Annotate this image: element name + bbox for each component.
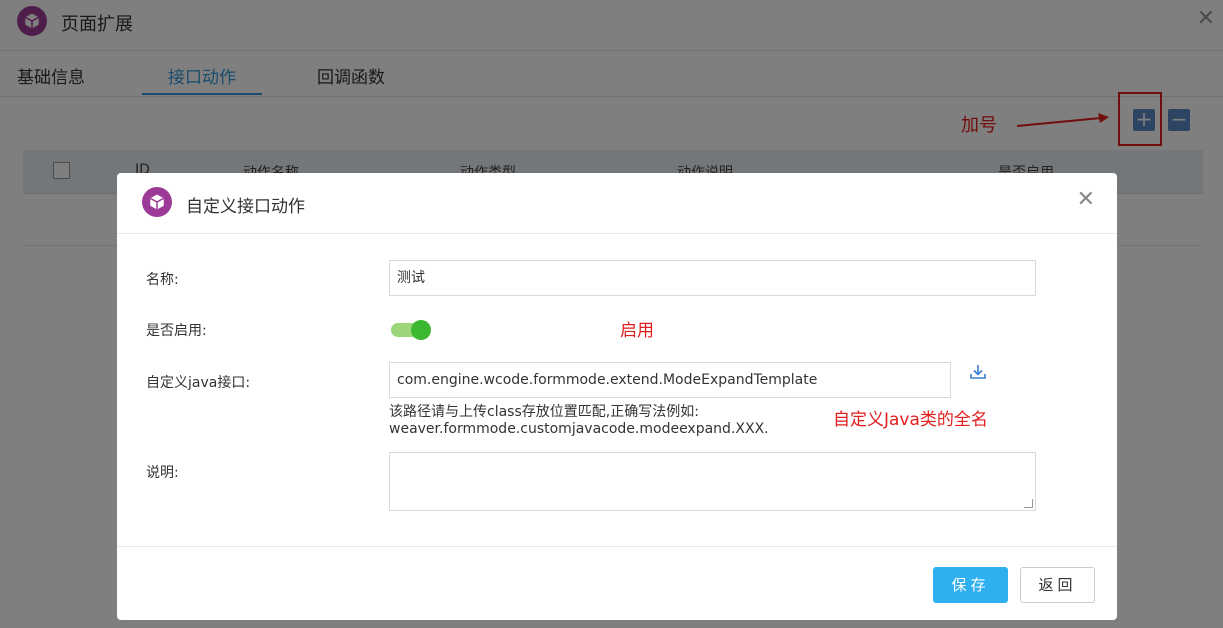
save-button[interactable]: 保存 [933, 567, 1008, 603]
close-icon[interactable]: ✕ [1077, 187, 1095, 212]
resize-handle[interactable] [1024, 499, 1033, 508]
description-label: 说明: [146, 465, 179, 481]
name-label: 名称: [146, 272, 179, 288]
custom-action-dialog: 自定义接口动作 ✕ 名称: 测试 是否启用: 启用 自定义java接口: com… [117, 173, 1117, 620]
dialog-header: 自定义接口动作 ✕ [117, 173, 1117, 234]
java-class-annotation: 自定义Java类的全名 [833, 410, 988, 430]
dialog-title: 自定义接口动作 [186, 197, 305, 217]
java-interface-input[interactable]: com.engine.wcode.formmode.extend.ModeExp… [389, 362, 951, 398]
name-input[interactable]: 测试 [389, 260, 1036, 296]
download-icon[interactable] [969, 363, 987, 381]
java-hint-line2: weaver.formmode.customjavacode.modeexpan… [389, 421, 769, 437]
enabled-label: 是否启用: [146, 323, 207, 339]
enabled-annotation: 启用 [620, 321, 654, 341]
dialog-footer: 保存 返回 [117, 546, 1117, 621]
java-interface-label: 自定义java接口: [146, 375, 251, 391]
description-textarea[interactable] [389, 452, 1036, 511]
cube-icon [149, 194, 165, 210]
dialog-logo [142, 187, 172, 217]
java-hint-line1: 该路径请与上传class存放位置匹配,正确写法例如: [389, 404, 699, 420]
back-button[interactable]: 返回 [1020, 567, 1095, 603]
enabled-toggle[interactable] [391, 320, 431, 340]
toggle-knob [411, 320, 431, 340]
